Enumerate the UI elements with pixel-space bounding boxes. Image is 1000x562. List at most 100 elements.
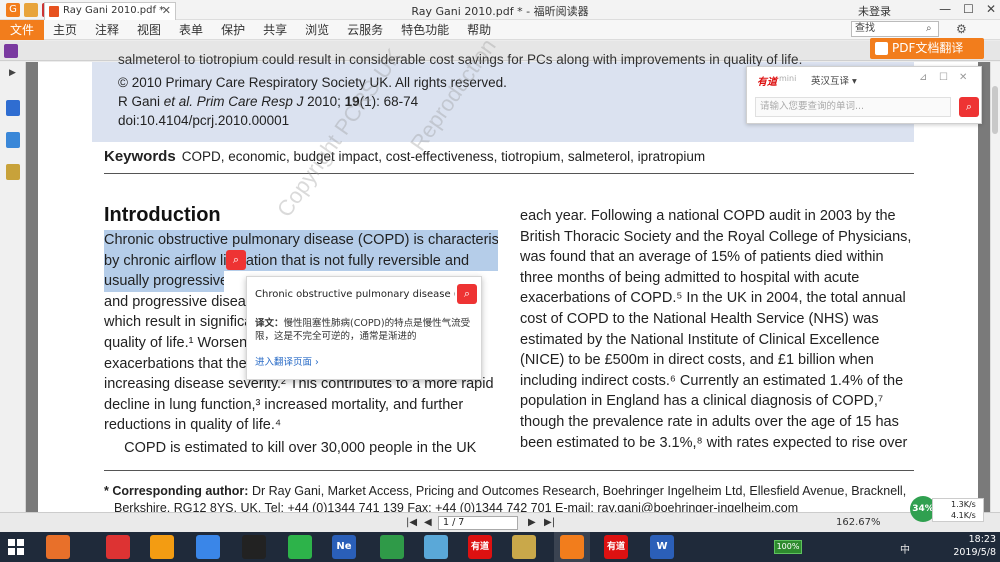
text-line[interactable]: though the prevalence rate in adults ove… xyxy=(520,412,914,433)
close-icon[interactable]: ✕ xyxy=(986,2,996,16)
restore-icon[interactable]: ☐ xyxy=(939,72,948,83)
page-number-input[interactable]: 1 / 7 xyxy=(438,516,518,530)
last-page-icon[interactable]: ▶| xyxy=(544,517,555,528)
taskbar-app-icon[interactable] xyxy=(380,535,404,559)
chevron-right-icon: › xyxy=(315,357,319,368)
taskbar-app-icon[interactable] xyxy=(150,535,174,559)
status-bar: |◀ ◀ 1 / 7 ▶ ▶| 162.67% xyxy=(0,512,1000,532)
menu-share[interactable]: 共享 xyxy=(254,20,296,40)
tab-list-icon[interactable] xyxy=(4,44,18,58)
search-icon[interactable]: ⌕ xyxy=(926,23,932,34)
comments-icon[interactable] xyxy=(6,164,20,180)
next-page-icon[interactable]: ▶ xyxy=(528,517,536,528)
text-line[interactable]: was found that an average of 15% of pati… xyxy=(520,247,914,268)
gear-icon[interactable]: ⚙ xyxy=(956,22,967,36)
text-line[interactable]: cost of COPD to the National Health Serv… xyxy=(520,309,914,330)
prev-page-icon[interactable]: ◀ xyxy=(424,517,432,528)
taskbar-app-icon[interactable]: W xyxy=(650,535,674,559)
text-line-selected[interactable]: by chronic airflow limitation that is no… xyxy=(104,250,498,272)
login-status[interactable]: 未登录 xyxy=(858,3,891,19)
taskbar-app-icon[interactable] xyxy=(512,535,536,559)
text-line[interactable]: been estimated to be 3.1%,⁸ with rates e… xyxy=(520,433,914,454)
left-panel: ▶ xyxy=(0,62,26,512)
taskbar-app-icon[interactable] xyxy=(196,535,220,559)
taskbar-app-icon[interactable]: Ne xyxy=(332,535,356,559)
doi-line: doi:10.4104/pcrj.2010.00001 xyxy=(118,113,290,128)
tab-label: Ray Gani 2010.pdf * xyxy=(63,5,165,16)
lookup-trigger-button[interactable]: ⌕ xyxy=(226,250,246,270)
text-line[interactable]: (NICE) to be £500m in direct costs, and … xyxy=(520,350,914,371)
download-speed: 4.1K/s xyxy=(951,511,976,520)
footnote-divider xyxy=(104,470,914,471)
translation-popup: Chronic obstructive pulmonary disease (C… xyxy=(246,276,482,380)
text-line[interactable]: reductions in quality of life.⁴ xyxy=(104,415,498,436)
minimize-icon[interactable]: — xyxy=(939,2,951,16)
text-line[interactable]: each year. Following a national COPD aud… xyxy=(520,206,914,227)
scrollbar-thumb[interactable] xyxy=(992,86,998,134)
dictionary-mini-window: 有道 mini 英汉互译 ▾ ⊿ ☐ ✕ 请输入您要查询的单词... ⌕ xyxy=(746,66,982,124)
text-line[interactable]: including indirect costs.⁶ Currently an … xyxy=(520,371,914,392)
menu-view[interactable]: 视图 xyxy=(128,20,170,40)
menu-protect[interactable]: 保护 xyxy=(212,20,254,40)
taskbar-app-icon[interactable] xyxy=(46,535,70,559)
panel-expand-icon[interactable]: ▶ xyxy=(9,68,16,78)
taskbar-app-icon[interactable] xyxy=(106,535,130,559)
keywords-text: COPD, economic, budget impact, cost-effe… xyxy=(181,149,706,164)
tab-close-icon[interactable]: ✕ xyxy=(162,3,171,19)
taskbar-app-icon[interactable] xyxy=(288,535,312,559)
open-translation-page-link[interactable]: 进入翻译页面 › xyxy=(255,354,319,368)
first-page-icon[interactable]: |◀ xyxy=(406,517,417,528)
menu-comment[interactable]: 注释 xyxy=(86,20,128,40)
text-line[interactable]: three months of being admitted to hospit… xyxy=(520,268,914,289)
text-line[interactable]: British Thoracic Society and the Royal C… xyxy=(520,227,914,248)
bookmarks-icon[interactable] xyxy=(6,132,20,148)
maximize-icon[interactable]: ☐ xyxy=(963,2,974,16)
section-heading: Introduction xyxy=(104,204,221,226)
battery-indicator[interactable]: 100% xyxy=(774,540,802,554)
menu-file[interactable]: 文件 xyxy=(0,19,44,40)
system-clock[interactable]: 18:23 2019/5/8 xyxy=(946,533,996,559)
search-icon: ⌕ xyxy=(232,253,240,266)
ime-indicator[interactable]: 中 xyxy=(900,541,910,556)
clock-date: 2019/5/8 xyxy=(953,547,996,558)
search-icon: ⌕ xyxy=(463,287,471,300)
windows-start-icon[interactable] xyxy=(8,539,24,555)
translate-mode-dropdown[interactable]: 英汉互译 ▾ xyxy=(811,73,857,87)
taskbar: Ne 有道 有道 W xyxy=(0,532,1000,562)
menu-browse[interactable]: 浏览 xyxy=(296,20,338,40)
text-line[interactable]: estimated by the National Institute of C… xyxy=(520,330,914,351)
dictionary-close-icon[interactable]: ✕ xyxy=(959,72,967,83)
text-line[interactable]: COPD is estimated to kill over 30,000 pe… xyxy=(104,438,498,459)
taskbar-app-icon[interactable] xyxy=(424,535,448,559)
dictionary-search-input[interactable]: 请输入您要查询的单词... xyxy=(755,97,951,117)
keywords-label: Keywords xyxy=(104,148,176,165)
taskbar-app-icon[interactable]: 有道 xyxy=(604,535,628,559)
taskbar-app-icon[interactable]: 有道 xyxy=(468,535,492,559)
tab-document[interactable]: Ray Gani 2010.pdf * ✕ xyxy=(44,2,176,20)
search-icon: ⌕ xyxy=(965,100,973,113)
keywords-line: Keywords COPD, economic, budget impact, c… xyxy=(104,148,705,165)
menu-features[interactable]: 特色功能 xyxy=(392,20,458,40)
taskbar-app-icon[interactable] xyxy=(242,535,266,559)
pin-icon[interactable]: ⊿ xyxy=(919,72,927,83)
text-line[interactable]: exacerbations of COPD.⁵ In the UK in 200… xyxy=(520,288,914,309)
zoom-level[interactable]: 162.67% xyxy=(836,517,881,528)
text-line[interactable]: population in England has a clinical dia… xyxy=(520,391,914,412)
text-line[interactable]: decline in lung function,³ increased mor… xyxy=(104,395,498,416)
menu-cloud[interactable]: 云服务 xyxy=(338,20,392,40)
translate-icon xyxy=(875,42,888,55)
menu-home[interactable]: 主页 xyxy=(44,20,86,40)
youdao-logo: 有道 xyxy=(757,77,777,88)
popup-search-button[interactable]: ⌕ xyxy=(457,284,477,304)
divider xyxy=(104,173,914,174)
taskbar-app-icon[interactable] xyxy=(560,535,584,559)
pdf-translate-button[interactable]: PDF文档翻译 xyxy=(870,38,984,59)
dictionary-search-button[interactable]: ⌕ xyxy=(959,97,979,117)
page-thumbnails-icon[interactable] xyxy=(6,100,20,116)
menu-bar: 文件 主页 注释 视图 表单 保护 共享 浏览 云服务 特色功能 帮助 xyxy=(0,19,1000,40)
upload-speed: 1.3K/s xyxy=(951,500,976,509)
clock-time: 18:23 xyxy=(968,534,996,545)
corresponding-author: * Corresponding author: Dr Ray Gani, Mar… xyxy=(104,484,907,498)
text-line-selected[interactable]: Chronic obstructive pulmonary disease (C… xyxy=(104,230,498,251)
menu-form[interactable]: 表单 xyxy=(170,20,212,40)
